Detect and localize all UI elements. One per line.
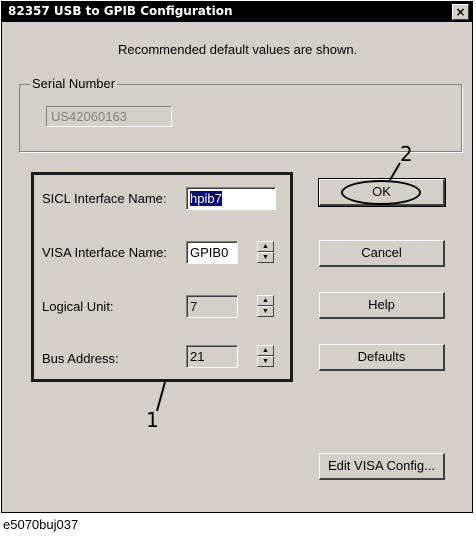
callout-2-leader (389, 162, 401, 181)
callout-number-1: 1 (146, 408, 159, 432)
callout-leader-lines (156, 162, 401, 412)
callout-1-leader (156, 381, 166, 412)
figure-caption: e5070buj037 (3, 517, 79, 532)
callout-number-2: 2 (400, 142, 413, 166)
